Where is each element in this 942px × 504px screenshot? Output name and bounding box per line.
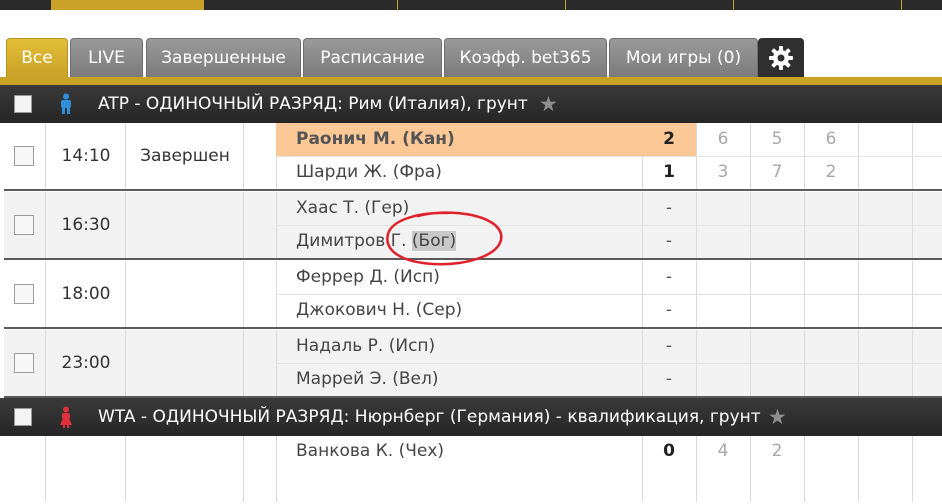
tab-all[interactable]: Все: [6, 38, 68, 77]
tab-odds-bet365[interactable]: Коэфф. bet365: [444, 38, 607, 77]
player-name: Димитров Г.: [296, 231, 412, 251]
score-total-home: -: [665, 198, 673, 218]
score-total-home: 0: [663, 441, 675, 461]
set-score: 3: [717, 162, 729, 182]
player-away[interactable]: Маррей Э. (Вел): [276, 363, 644, 396]
top-nav-segment[interactable]: [204, 0, 398, 10]
match-checkbox[interactable]: [14, 215, 34, 235]
tabs-underline: [0, 77, 942, 85]
match-time: 23:00: [61, 353, 111, 373]
match-row: 23:00 Надаль Р. (Исп) Маррей Э. (Вел) - …: [4, 330, 942, 398]
player-home[interactable]: Надаль Р. (Исп): [276, 330, 644, 363]
player-away[interactable]: Джокович Н. (Сер): [276, 294, 644, 327]
player-home[interactable]: Раонич М. (Кан): [276, 123, 644, 156]
top-nav-segment-active[interactable]: [52, 0, 204, 10]
tournament-checkbox[interactable]: [14, 408, 32, 426]
tab-my-games[interactable]: Мои игры (0): [609, 38, 758, 77]
favorite-star-icon[interactable]: ★: [539, 85, 558, 123]
score-total-home: -: [665, 336, 673, 356]
match-row: 18:00 Феррер Д. (Исп) Джокович Н. (Сер) …: [4, 261, 942, 329]
set-score: 2: [771, 441, 783, 461]
match-checkbox[interactable]: [14, 353, 34, 373]
match-status: Завершен: [140, 146, 230, 166]
score-total-away: -: [665, 369, 673, 389]
set-score: 6: [825, 129, 837, 149]
male-player-icon: [56, 93, 76, 115]
score-total-away: -: [665, 300, 673, 320]
top-nav-segment[interactable]: [734, 0, 902, 10]
top-nav-segment[interactable]: [566, 0, 734, 10]
player-home[interactable]: Феррер Д. (Исп): [276, 261, 644, 294]
tournament-title: WTA - ОДИНОЧНЫЙ РАЗРЯД: Нюрнберг (Герман…: [98, 407, 761, 427]
tab-schedule[interactable]: Расписание: [303, 38, 442, 77]
set-score: 4: [717, 441, 729, 461]
match-row-partial: Ванкова К. (Чех) 0 4 2: [4, 436, 942, 504]
set-score: 2: [825, 162, 837, 182]
score-total-home: -: [665, 267, 673, 287]
match-checkbox[interactable]: [14, 284, 34, 304]
score-total-away: -: [665, 231, 673, 251]
tab-live[interactable]: LIVE: [70, 38, 143, 77]
score-total-home: 2: [642, 123, 696, 156]
female-player-icon: [56, 406, 76, 428]
player-home[interactable]: Хаас Т. (Гер): [276, 192, 644, 225]
settings-gear-icon[interactable]: [758, 38, 804, 77]
tournament-checkbox[interactable]: [14, 95, 32, 113]
set-score: 6: [717, 129, 729, 149]
top-nav-segment[interactable]: [398, 0, 566, 10]
match-time: 14:10: [61, 146, 111, 166]
set-score: 7: [771, 162, 783, 182]
match-row: 16:30 Хаас Т. (Гер) Димитров Г. (Бог) - …: [4, 192, 942, 260]
score-total-away: 1: [663, 162, 675, 182]
player-away[interactable]: Шарди Ж. (Фра): [276, 156, 644, 189]
tab-finished[interactable]: Завершенные: [146, 38, 301, 77]
tournament-title: ATP - ОДИНОЧНЫЙ РАЗРЯД: Рим (Италия), гр…: [98, 94, 528, 114]
top-nav-segment[interactable]: [0, 0, 52, 10]
country-highlight: (Бог): [411, 231, 457, 251]
tournament-header-atp: ATP - ОДИНОЧНЫЙ РАЗРЯД: Рим (Италия), гр…: [0, 85, 942, 123]
player-home[interactable]: Ванкова К. (Чех): [276, 435, 644, 468]
player-away[interactable]: Димитров Г. (Бог): [276, 225, 644, 258]
favorite-star-icon[interactable]: ★: [768, 398, 787, 436]
top-navigation-strip: [0, 0, 942, 10]
tournament-header-wta: WTA - ОДИНОЧНЫЙ РАЗРЯД: Нюрнберг (Герман…: [0, 398, 942, 436]
match-time: 18:00: [61, 284, 111, 304]
match-checkbox[interactable]: [14, 146, 34, 166]
set-score: 5: [771, 129, 783, 149]
match-time: 16:30: [61, 215, 111, 235]
match-row: 14:10 Завершен Раонич М. (Кан) Шарди Ж. …: [4, 123, 942, 191]
